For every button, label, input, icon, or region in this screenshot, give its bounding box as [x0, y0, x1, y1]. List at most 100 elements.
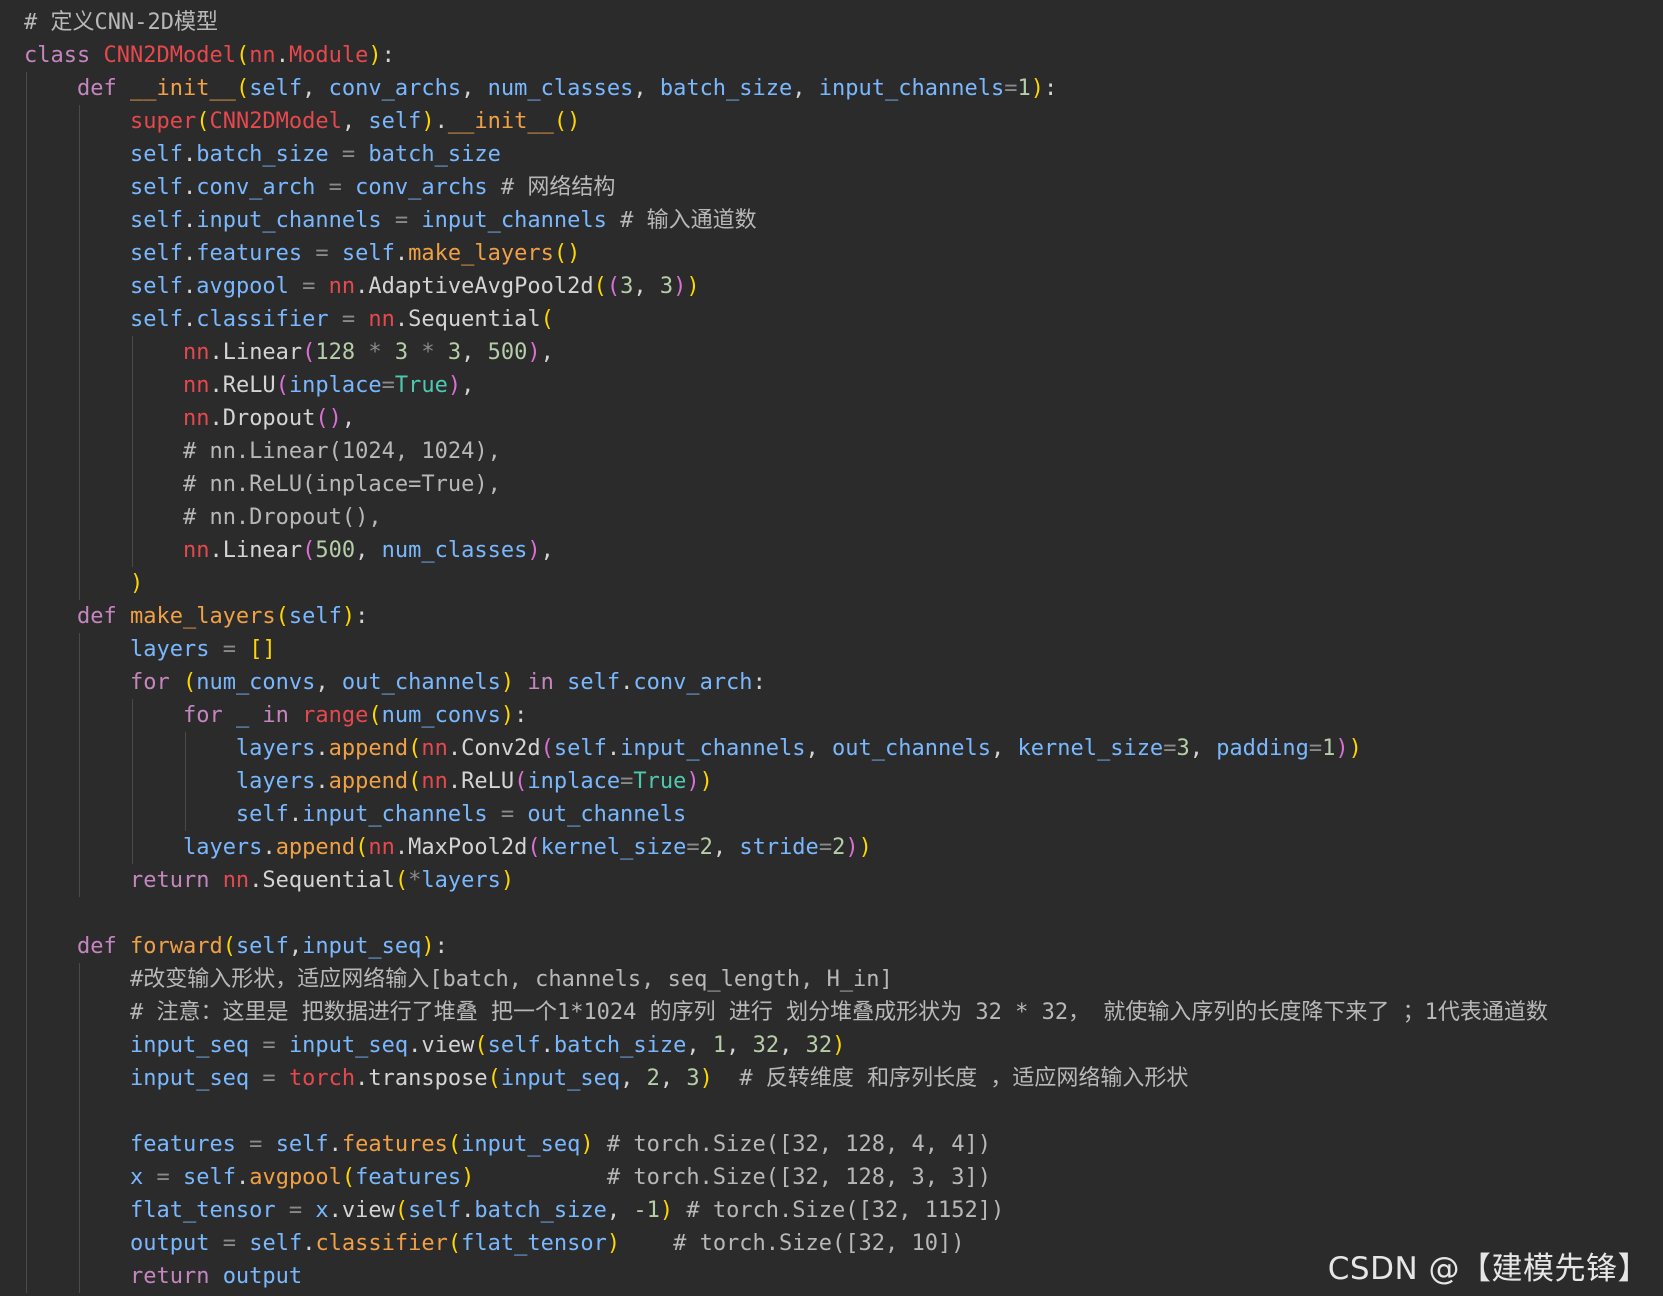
token-keyword: def	[76, 934, 130, 959]
code-line[interactable]: # nn.Linear(1024, 1024),	[24, 435, 1548, 468]
code-line[interactable]: x = self.avgpool(features) # torch.Size(…	[24, 1161, 1548, 1194]
indent-guide	[78, 1161, 80, 1194]
code-line[interactable]: layers.append(nn.Conv2d(self.input_chann…	[24, 732, 1548, 765]
indent-guide	[131, 336, 133, 369]
token-bracket1: )	[461, 1165, 475, 1190]
token-keyword: def	[76, 76, 130, 101]
code-line[interactable]: return nn.Sequential(*layers)	[24, 864, 1548, 897]
indent-guide	[26, 369, 27, 402]
code-line[interactable]: for _ in range(num_convs):	[24, 699, 1548, 732]
token-variable: self	[129, 241, 183, 266]
indent-guide	[26, 765, 27, 798]
token-variable: features	[129, 1132, 236, 1157]
indent-guide	[26, 1095, 27, 1128]
token-default: ,	[779, 1033, 806, 1058]
code-line[interactable]: def __init__(self, conv_archs, num_class…	[24, 72, 1548, 105]
indent-guide	[26, 72, 27, 105]
token-operator: *	[355, 340, 395, 365]
indent-guide	[131, 468, 133, 501]
code-line[interactable]: layers.append(nn.MaxPool2d(kernel_size=2…	[24, 831, 1548, 864]
code-line[interactable]: def forward(self,input_seq):	[24, 930, 1548, 963]
token-variable: _	[235, 703, 250, 728]
indent-guide	[78, 1260, 80, 1293]
indent-guide	[78, 204, 80, 237]
code-line[interactable]: # 定义CNN-2D模型	[24, 6, 1548, 39]
token-variable: num_classes	[381, 538, 528, 563]
indent-guide	[26, 732, 27, 765]
token-number: 2	[646, 1066, 660, 1091]
code-line[interactable]: output = self.classifier(flat_tensor) # …	[24, 1227, 1548, 1260]
code-line[interactable]: #改变输入形状，适应网络输入[batch, channels, seq_leng…	[24, 963, 1548, 996]
code-line[interactable]: layers.append(nn.ReLU(inplace=True))	[24, 765, 1548, 798]
code-line[interactable]: nn.Linear(500, num_classes),	[24, 534, 1548, 567]
token-number: 3	[686, 1066, 700, 1091]
token-bracket2: )	[1335, 736, 1349, 761]
token-bracket2: (	[606, 274, 621, 299]
token-operator: =	[302, 241, 342, 266]
token-class-name: nn	[368, 835, 395, 860]
code-line[interactable]: nn.Linear(128 * 3 * 3, 500),	[24, 336, 1548, 369]
code-line[interactable]: features = self.features(input_seq) # to…	[24, 1128, 1548, 1161]
code-line[interactable]: # nn.Dropout(),	[24, 501, 1548, 534]
code-line[interactable]	[24, 897, 1548, 930]
token-comment: # nn.Dropout(),	[182, 505, 382, 530]
code-line[interactable]	[24, 1095, 1548, 1128]
code-line[interactable]: self.input_channels = input_channels # 输…	[24, 204, 1548, 237]
code-line[interactable]: for (num_convs, out_channels) in self.co…	[24, 666, 1548, 699]
code-line[interactable]: flat_tensor = x.view(self.batch_size, -1…	[24, 1194, 1548, 1227]
code-line[interactable]: nn.Dropout(),	[24, 402, 1548, 435]
code-line[interactable]: self.classifier = nn.Sequential(	[24, 303, 1548, 336]
token-variable: avgpool	[196, 274, 289, 299]
code-line[interactable]: class CNN2DModel(nn.Module):	[24, 39, 1548, 72]
token-number: 500	[315, 538, 356, 563]
token-default: ,	[633, 76, 660, 101]
code-line[interactable]: input_seq = torch.transpose(input_seq, 2…	[24, 1062, 1548, 1095]
indent-guide	[78, 105, 80, 138]
token-variable: input_channels	[620, 736, 806, 761]
code-line[interactable]: )	[24, 567, 1548, 600]
token-variable: num_convs	[196, 670, 316, 695]
code-line[interactable]: nn.ReLU(inplace=True),	[24, 369, 1548, 402]
token-bracket1: )	[500, 670, 515, 695]
indent-guide	[78, 270, 80, 303]
token-keyword: return	[129, 868, 223, 893]
code-line[interactable]: input_seq = input_seq.view(self.batch_si…	[24, 1029, 1548, 1062]
token-keyword: in	[249, 703, 303, 728]
token-operator: =	[1308, 736, 1323, 761]
token-class-name: nn	[222, 868, 250, 893]
token-default: .Linear	[209, 340, 303, 365]
code-line[interactable]: super(CNN2DModel, self).__init__()	[24, 105, 1548, 138]
code-line[interactable]: self.features = self.make_layers()	[24, 237, 1548, 270]
watermark: CSDN @【建模先锋】	[1327, 1251, 1649, 1287]
token-default: .	[606, 736, 621, 761]
token-variable: output	[222, 1264, 303, 1289]
token-bracket1: )	[699, 769, 713, 794]
code-line[interactable]: return output	[24, 1260, 1548, 1293]
token-operator: =	[1004, 76, 1018, 101]
code-line[interactable]: self.avgpool = nn.AdaptiveAvgPool2d((3, …	[24, 270, 1548, 303]
code-line[interactable]: # nn.ReLU(inplace=True),	[24, 468, 1548, 501]
code-editor[interactable]: # 定义CNN-2D模型 class CNN2DModel(nn.Module):…	[0, 0, 1663, 1296]
code-line[interactable]: layers = []	[24, 633, 1548, 666]
token-variable: out_channels	[832, 736, 991, 761]
code-block[interactable]: # 定义CNN-2D模型 class CNN2DModel(nn.Module):…	[24, 6, 1548, 1293]
indent-guide	[78, 567, 80, 600]
code-line[interactable]: self.batch_size = batch_size	[24, 138, 1548, 171]
token-default: ,	[288, 934, 303, 959]
code-line[interactable]: self.input_channels = out_channels	[24, 798, 1548, 831]
code-line[interactable]: # 注意：这里是 把数据进行了堆叠 把一个1*1024 的序列 进行 划分堆叠成…	[24, 996, 1548, 1029]
token-default: .Sequential	[249, 868, 395, 893]
code-line[interactable]: def make_layers(self):	[24, 600, 1548, 633]
token-keyword: for	[129, 670, 183, 695]
indent-guide	[78, 171, 80, 204]
token-bracket1: )	[421, 109, 435, 134]
token-bracket1: (	[235, 76, 250, 101]
code-line[interactable]: self.conv_arch = conv_archs # 网络结构	[24, 171, 1548, 204]
token-comment: # torch.Size([32, 1152])	[673, 1198, 1005, 1223]
